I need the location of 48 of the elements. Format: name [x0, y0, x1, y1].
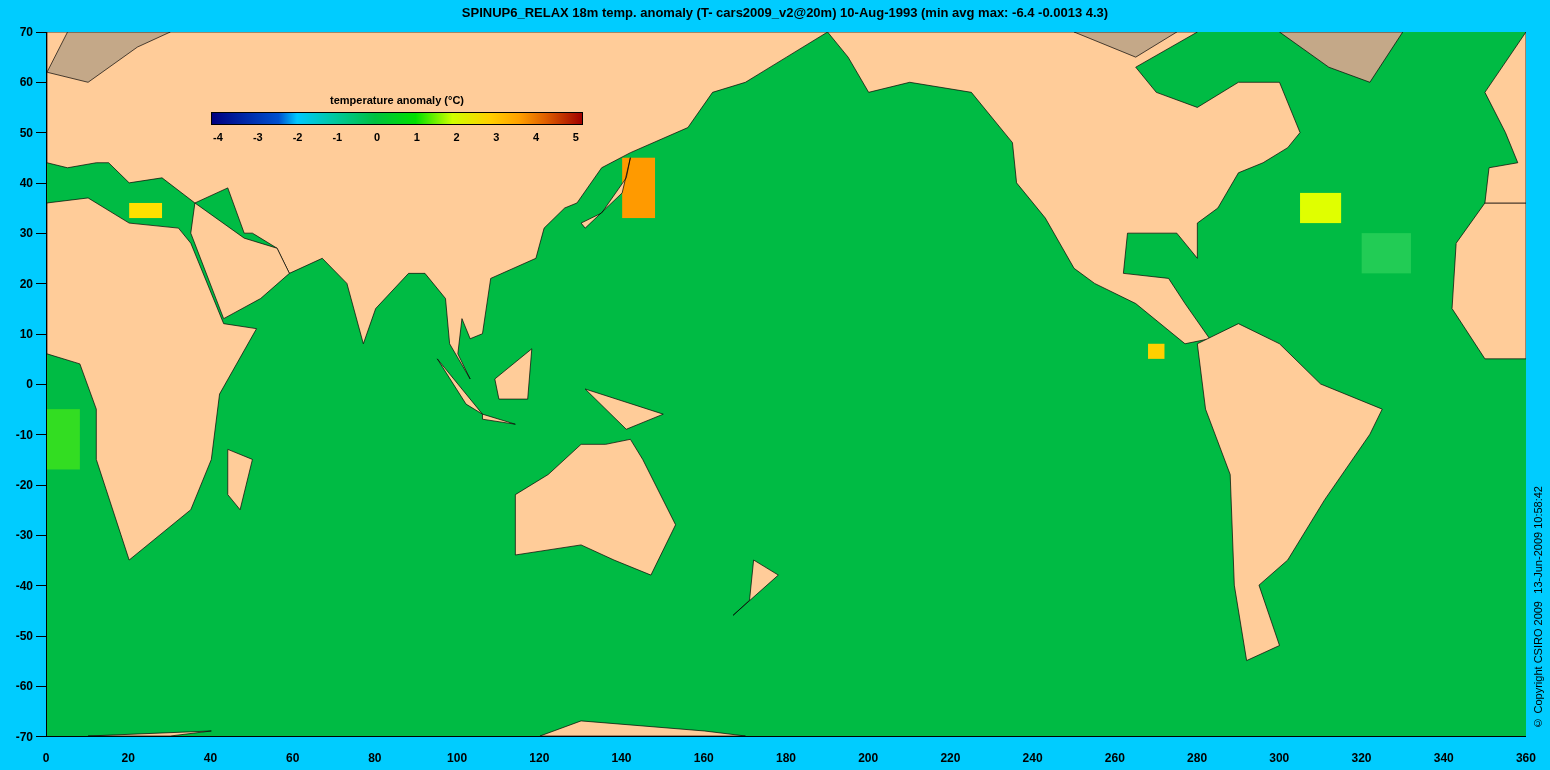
- y-tick-label: -20: [15, 478, 33, 493]
- x-tick-label: 100: [447, 751, 468, 765]
- colorbar-tick-label: 1: [412, 131, 421, 143]
- x-tick-label: 300: [1269, 751, 1290, 765]
- x-tick-label: 200: [858, 751, 879, 765]
- y-tick-label: 30: [19, 226, 33, 241]
- y-tick-label: -60: [15, 679, 33, 694]
- colorbar-tick-label: 3: [492, 131, 501, 143]
- x-tick-label: 340: [1433, 751, 1454, 765]
- x-tick-label: 60: [285, 751, 300, 765]
- x-tick-label: 320: [1351, 751, 1372, 765]
- y-tick-label: 0: [26, 377, 33, 392]
- x-tick-label: 180: [775, 751, 796, 765]
- colorbar-tick-label: -4: [212, 131, 224, 143]
- colorbar-tick-label: 5: [571, 131, 580, 143]
- plot-title: SPINUP6_RELAX 18m temp. anomaly (T- cars2009_v2@20m) 10-Aug-1993 (min avg max: -6.4 -0.0013 4.3): [460, 4, 1110, 22]
- colorbar-tick-label: -3: [251, 131, 264, 143]
- y-tick-label: 10: [19, 327, 33, 342]
- y-tick-label: -70: [15, 729, 33, 744]
- x-tick-label: 20: [121, 751, 135, 765]
- colorbar-tick-label: 2: [452, 131, 461, 143]
- x-tick-label: 280: [1187, 751, 1208, 765]
- y-tick-label: 60: [19, 75, 33, 90]
- credit-text: © Copyright CSIRO 2009: [1532, 601, 1544, 729]
- y-tick-label: 40: [19, 176, 33, 191]
- x-tick-label: 120: [529, 751, 550, 765]
- y-tick-label: -30: [15, 528, 33, 543]
- x-tick-label: 360: [1515, 751, 1536, 765]
- colorbar-tick-label: 0: [373, 131, 382, 143]
- colorbar-title: temperature anomaly (°C): [330, 94, 464, 106]
- y-tick-label: -10: [15, 427, 33, 442]
- x-tick-label: 260: [1104, 751, 1125, 765]
- credit-text: 13-Jun-2009 10:58:42: [1532, 485, 1544, 594]
- colorbar-tick-label: -2: [291, 131, 304, 143]
- x-tick-label: 80: [368, 751, 382, 765]
- x-tick-label: 160: [693, 751, 714, 765]
- x-tick-label: 40: [203, 751, 218, 765]
- colorbar-tick-label: 4: [532, 131, 541, 143]
- x-tick-label: 0: [42, 751, 50, 765]
- y-tick-label: -50: [15, 629, 33, 644]
- y-tick-label: 20: [19, 276, 33, 291]
- y-tick-label: -40: [15, 578, 33, 593]
- x-tick-label: 240: [1022, 751, 1043, 765]
- x-tick-label: 220: [940, 751, 961, 765]
- y-tick-label: 70: [19, 25, 33, 39]
- y-tick-label: 50: [19, 125, 33, 140]
- colorbar-tick-label: -1: [331, 131, 344, 143]
- x-tick-label: 140: [611, 751, 632, 765]
